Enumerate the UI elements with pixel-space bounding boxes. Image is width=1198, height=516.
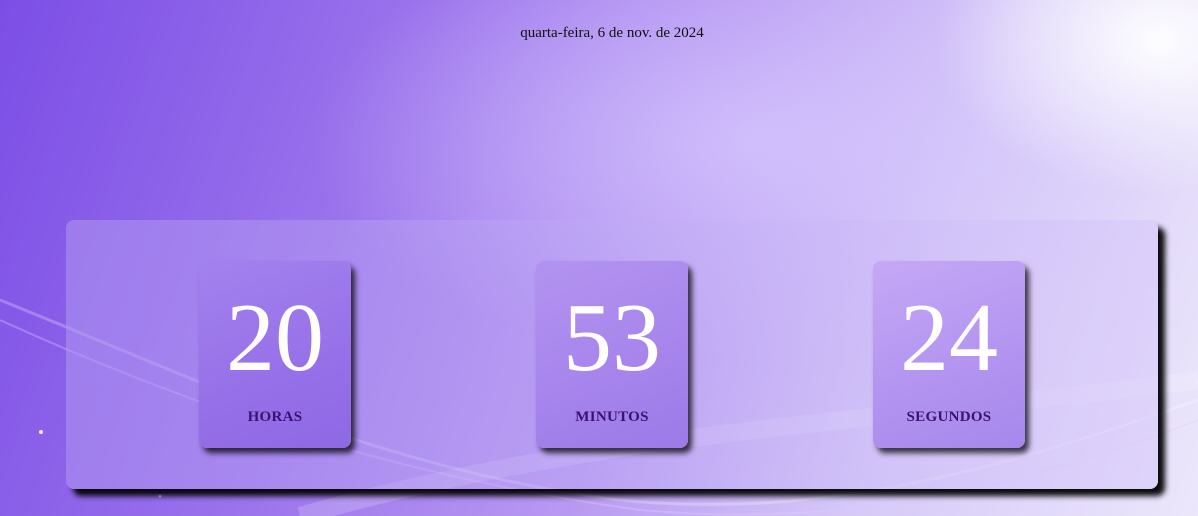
minutes-card: 53 MINUTOS bbox=[536, 261, 688, 448]
current-date: quarta-feira, 6 de nov. de 2024 bbox=[520, 25, 704, 41]
hours-card: 20 HORAS bbox=[199, 261, 351, 448]
seconds-card: 24 SEGUNDOS bbox=[873, 261, 1025, 448]
minutes-value: 53 bbox=[563, 284, 661, 392]
clock-panel: 20 HORAS 53 MINUTOS 24 SEGUNDOS bbox=[66, 220, 1158, 489]
seconds-label: SEGUNDOS bbox=[906, 409, 992, 425]
hours-label: HORAS bbox=[247, 409, 303, 425]
seconds-value: 24 bbox=[900, 284, 998, 392]
minutes-label: MINUTOS bbox=[575, 409, 649, 425]
hours-value: 20 bbox=[226, 284, 324, 392]
